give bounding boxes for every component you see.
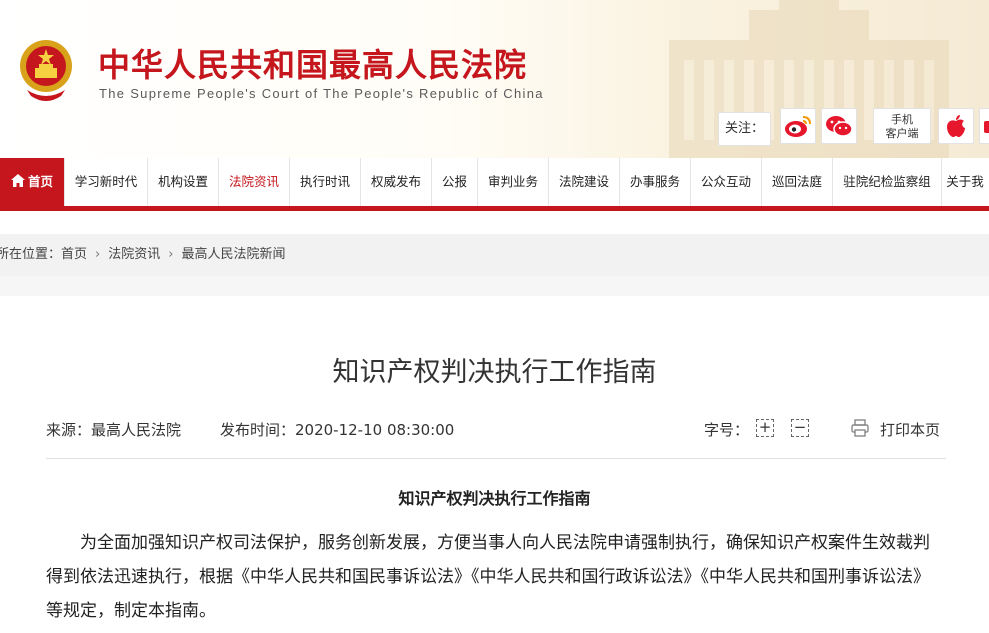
follow-label: 关注： <box>718 112 772 146</box>
ios-app-button[interactable] <box>938 108 974 144</box>
android-app-button[interactable] <box>979 108 989 144</box>
nav-label: 公报 <box>441 174 467 189</box>
nav-item-enforcement-news[interactable]: 执行时讯 <box>289 158 360 206</box>
nav-label: 执行时讯 <box>299 174 350 189</box>
nav-label: 法院建设 <box>558 174 609 189</box>
site-header: 中华人民共和国最高人民法院 The Supreme People's Court… <box>0 0 989 158</box>
font-decrease-button[interactable]: − <box>791 419 809 437</box>
site-title[interactable]: 中华人民共和国最高人民法院 <box>98 40 527 86</box>
weibo-icon <box>785 116 811 137</box>
nav-item-court-news[interactable]: 法院资讯 <box>218 158 289 206</box>
divider-band <box>0 276 989 296</box>
mobile-client-button[interactable]: 手机 客户端 <box>873 108 931 144</box>
mobile-label-line2: 客户端 <box>885 127 919 140</box>
nav-label: 审判业务 <box>487 174 538 189</box>
nav-label-home: 首页 <box>27 174 53 189</box>
nav-item-discipline[interactable]: 驻院纪检监察组 <box>832 158 941 206</box>
national-emblem-icon[interactable] <box>17 36 75 102</box>
nav-item-court-building[interactable]: 法院建设 <box>548 158 619 206</box>
article-title: 知识产权判决执行工作指南 <box>332 357 657 388</box>
weibo-button[interactable] <box>780 108 816 144</box>
chevron-right-icon: › <box>95 247 101 262</box>
font-size-label: 字号： <box>704 421 750 439</box>
font-increase-button[interactable]: + <box>756 419 774 437</box>
nav-label: 巡回法庭 <box>771 174 822 189</box>
article-subtitle: 知识产权判决执行工作指南 <box>398 489 591 508</box>
nav-label: 机构设置 <box>157 174 208 189</box>
nav-item-study[interactable]: 学习新时代 <box>64 158 147 206</box>
nav-label: 办事服务 <box>629 174 680 189</box>
nav-label: 公众互动 <box>700 174 751 189</box>
print-icon[interactable] <box>850 418 870 438</box>
wechat-button[interactable] <box>821 108 857 144</box>
meta-divider <box>46 458 946 459</box>
breadcrumb-spc-news[interactable]: 最高人民法院新闻 <box>181 247 285 262</box>
nav-label: 驻院纪检监察组 <box>843 174 931 189</box>
breadcrumb: 所在位置：首页 › 法院资讯 › 最高人民法院新闻 <box>0 234 989 276</box>
home-icon <box>10 174 25 187</box>
breadcrumb-prefix: 所在位置： <box>0 247 62 262</box>
apple-icon <box>947 115 965 137</box>
nav-item-about[interactable]: 关于我 <box>941 158 988 206</box>
nav-item-circuit-courts[interactable]: 巡回法庭 <box>761 158 832 206</box>
nav-item-releases[interactable]: 权威发布 <box>360 158 431 206</box>
nav-label: 学习新时代 <box>74 174 138 189</box>
nav-label: 关于我 <box>946 174 984 189</box>
article-source: 来源：最高人民法院 <box>46 421 182 439</box>
chevron-right-icon: › <box>168 247 174 262</box>
nav-item-trial[interactable]: 审判业务 <box>477 158 548 206</box>
nav-item-organization[interactable]: 机构设置 <box>147 158 218 206</box>
nav-red-bar <box>0 206 989 211</box>
breadcrumb-court-news[interactable]: 法院资讯 <box>108 247 160 262</box>
site-subtitle: The Supreme People's Court of The People… <box>99 86 544 101</box>
article-meta: 来源：最高人民法院 发布时间：2020-12-10 08:30:00 字号： +… <box>46 419 946 443</box>
article-paragraph: 为全面加强知识产权司法保护，服务创新发展，方便当事人向人民法院申请强制执行，确保… <box>46 533 930 621</box>
android-icon <box>984 121 989 133</box>
nav-label: 权威发布 <box>370 174 421 189</box>
article-date: 发布时间：2020-12-10 08:30:00 <box>220 421 455 439</box>
nav-label: 法院资讯 <box>228 174 279 189</box>
main-nav: 首页 学习新时代 机构设置 法院资讯 执行时讯 权威发布 公报 审判业务 法院建… <box>0 158 989 206</box>
nav-item-home[interactable]: 首页 <box>0 158 64 206</box>
print-button[interactable]: 打印本页 <box>880 419 940 440</box>
nav-item-interaction[interactable]: 公众互动 <box>690 158 761 206</box>
breadcrumb-home[interactable]: 首页 <box>61 247 87 262</box>
mobile-label-line1: 手机 <box>891 113 913 126</box>
wechat-icon <box>826 116 853 137</box>
nav-item-services[interactable]: 办事服务 <box>619 158 690 206</box>
nav-item-gazette[interactable]: 公报 <box>431 158 477 206</box>
